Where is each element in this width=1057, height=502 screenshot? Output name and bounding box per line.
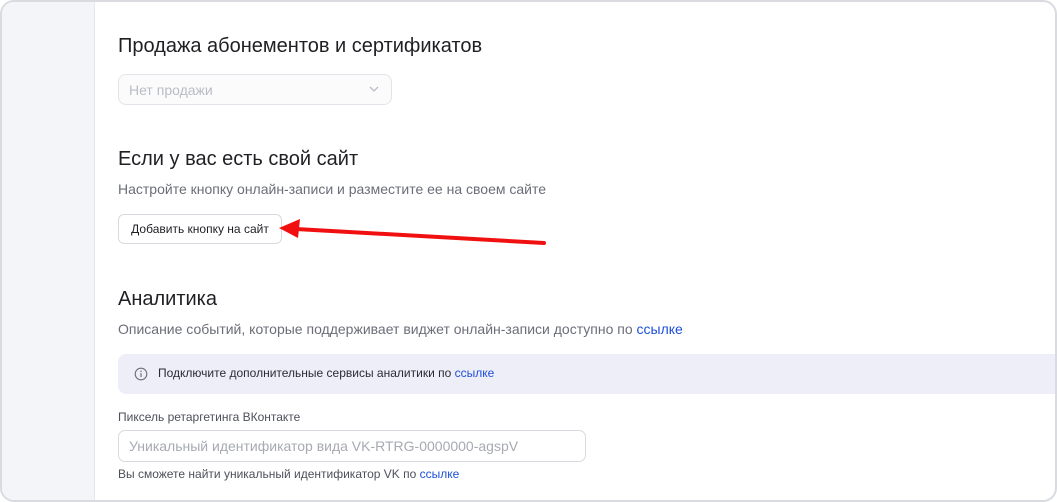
vk-pixel-hint: Вы сможете найти уникальный идентификато… (118, 467, 459, 481)
site-section-description: Настройте кнопку онлайн-записи и размест… (118, 181, 547, 197)
analytics-description: Описание событий, которые поддерживает в… (118, 321, 683, 337)
info-banner-text: Подключите дополнительные сервисы аналит… (158, 366, 494, 380)
sales-select[interactable]: Нет продажи (118, 74, 392, 105)
analytics-section-title: Аналитика (118, 288, 217, 310)
sales-select-value: Нет продажи (129, 82, 213, 98)
vk-pixel-label: Пиксель ретаргетинга ВКонтакте (118, 410, 301, 424)
vk-pixel-hint-text: Вы сможете найти уникальный идентификато… (118, 467, 420, 481)
analytics-description-text: Описание событий, которые поддерживает в… (118, 321, 637, 337)
vk-pixel-hint-link[interactable]: ссылке (420, 467, 460, 481)
add-site-button[interactable]: Добавить кнопку на сайт (118, 214, 282, 244)
vk-pixel-input[interactable] (118, 430, 586, 462)
site-section-title: Если у вас есть свой сайт (118, 148, 359, 170)
analytics-docs-link[interactable]: ссылке (637, 321, 683, 337)
info-banner-message: Подключите дополнительные сервисы аналит… (158, 366, 455, 380)
sidebar (2, 2, 95, 500)
sales-section-title: Продажа абонементов и сертификатов (118, 35, 483, 57)
info-icon (134, 367, 148, 381)
chevron-down-icon (369, 86, 379, 92)
app-frame: Продажа абонементов и сертификатов Нет п… (0, 0, 1057, 502)
analytics-info-banner: Подключите дополнительные сервисы аналит… (118, 354, 1055, 394)
main-content: Продажа абонементов и сертификатов Нет п… (118, 2, 1055, 500)
info-banner-link[interactable]: ссылке (455, 366, 495, 380)
